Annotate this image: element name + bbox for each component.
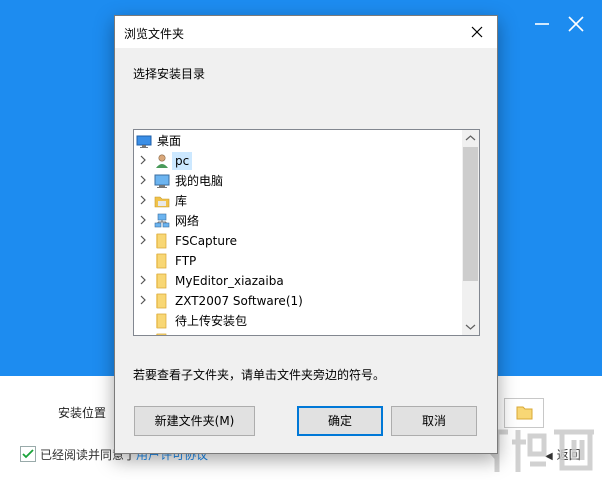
tree-item-label: 库 <box>175 194 188 208</box>
folder-icon <box>156 253 167 269</box>
network-icon <box>154 213 170 228</box>
library-folder-icon <box>154 196 170 208</box>
scroll-down-icon[interactable] <box>462 318 479 335</box>
folder-icon <box>156 233 167 249</box>
folder-icon <box>156 333 167 335</box>
browse-folder-dialog: 浏览文件夹 选择安装目录 工具 待上传安装包 ZXT2007 Software(1)… <box>114 15 498 454</box>
cancel-button[interactable]: 取消 <box>391 406 477 436</box>
tree-item[interactable]: 库 <box>134 191 463 211</box>
ok-button[interactable]: 确定 <box>297 406 383 436</box>
tree-item-label: FSCapture <box>175 234 238 248</box>
scrollbar-thumb[interactable] <box>463 147 478 281</box>
tree-item[interactable]: FSCapture <box>134 231 463 251</box>
chevron-right-icon[interactable] <box>138 295 148 305</box>
chevron-right-icon[interactable] <box>138 195 148 205</box>
install-location-label: 安装位置 <box>58 406 107 420</box>
folder-icon <box>156 313 167 329</box>
vertical-scrollbar[interactable] <box>462 130 479 335</box>
desktop-icon <box>136 135 152 148</box>
scroll-up-icon[interactable] <box>462 130 479 147</box>
tree-item[interactable]: 我的电脑 <box>134 171 463 191</box>
chevron-right-icon[interactable] <box>138 175 148 185</box>
tree-item-label: 桌面 <box>157 134 182 148</box>
computer-icon <box>154 174 170 188</box>
tree-item-label: 我的电脑 <box>175 174 224 188</box>
dialog-prompt: 选择安装目录 <box>133 67 206 81</box>
tree-item[interactable]: pc <box>134 151 463 171</box>
chevron-right-icon[interactable] <box>138 235 148 245</box>
tree-item[interactable]: FTP <box>134 251 463 271</box>
tree-item[interactable]: 网络 <box>134 211 463 231</box>
user-icon <box>156 154 168 168</box>
new-folder-button[interactable]: 新建文件夹(M) <box>134 406 255 436</box>
tree-item-label: 工具 <box>172 332 202 335</box>
tree-item-label: ZXT2007 Software(1) <box>175 294 303 308</box>
agree-checkbox[interactable] <box>20 446 36 462</box>
tree-item-label: 网络 <box>175 214 200 228</box>
close-icon[interactable] <box>467 22 487 42</box>
tree-item-label: FTP <box>175 254 197 268</box>
tree-item[interactable]: 工具 <box>134 331 463 335</box>
tree-item[interactable]: 桌面 <box>134 131 463 151</box>
folder-icon <box>156 293 167 309</box>
chevron-right-icon[interactable] <box>138 155 148 165</box>
chevron-right-icon[interactable] <box>138 275 148 285</box>
tree-item-label: pc <box>172 152 193 170</box>
tree-item[interactable]: MyEditor_xiazaiba <box>134 271 463 291</box>
dialog-hint: 若要查看子文件夹，请单击文件夹旁边的符号。 <box>133 368 386 382</box>
dialog-titlebar: 浏览文件夹 <box>115 16 497 48</box>
folder-tree[interactable]: 工具 待上传安装包 ZXT2007 Software(1) MyEditor_xiaz… <box>133 129 480 336</box>
tree-item-label: 待上传安装包 <box>175 314 248 328</box>
checkmark-icon <box>22 449 34 459</box>
minimize-icon[interactable] <box>530 12 554 36</box>
chevron-right-icon[interactable] <box>138 215 148 225</box>
tree-item[interactable]: ZXT2007 Software(1) <box>134 291 463 311</box>
tree-item[interactable]: 待上传安装包 <box>134 311 463 331</box>
dialog-title: 浏览文件夹 <box>124 27 185 41</box>
folder-icon <box>156 273 167 289</box>
close-icon[interactable] <box>564 12 588 36</box>
tree-item-label: MyEditor_xiazaiba <box>175 274 284 288</box>
